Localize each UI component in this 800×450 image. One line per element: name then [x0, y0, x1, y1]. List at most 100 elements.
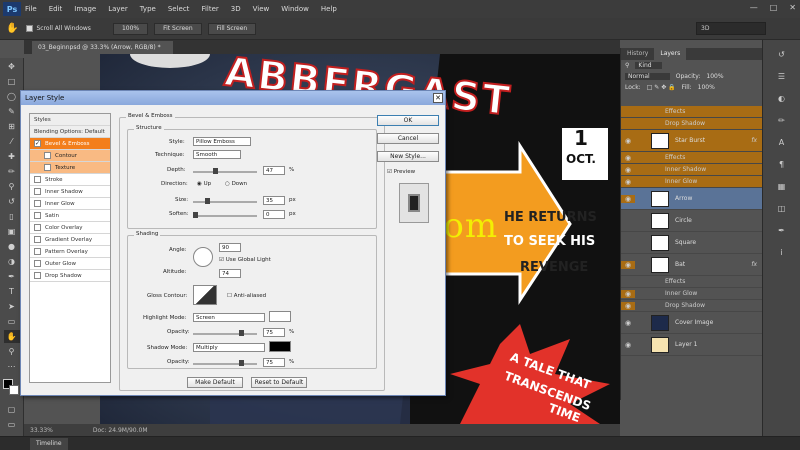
menu-view[interactable]: View — [253, 5, 270, 13]
brush-tool-icon[interactable]: ✏ — [4, 165, 20, 178]
size-slider-thumb[interactable] — [205, 198, 210, 204]
info-panel-icon[interactable]: i — [776, 248, 788, 260]
menu-filter[interactable]: Filter — [201, 5, 218, 13]
checkbox-icon[interactable] — [34, 272, 41, 279]
style-bevel-emboss[interactable]: Bevel & Emboss — [30, 138, 110, 150]
layer-row-star-burst[interactable]: ◉ Star Burst fx — [621, 130, 763, 152]
layer-row-square[interactable]: Square — [621, 232, 763, 254]
workspace-select[interactable]: 3D — [696, 22, 766, 35]
highlight-opacity-slider[interactable] — [193, 330, 257, 336]
menu-edit[interactable]: Edit — [49, 5, 63, 13]
style-outer-glow[interactable]: Outer Glow — [30, 258, 110, 270]
quick-select-tool-icon[interactable]: ✎ — [4, 105, 20, 118]
style-inner-shadow[interactable]: Inner Shadow — [30, 186, 110, 198]
shadow-mode-select[interactable]: Multiply — [193, 343, 265, 352]
size-slider[interactable] — [193, 198, 257, 204]
tab-history[interactable]: History — [621, 48, 654, 60]
fill-screen-button[interactable]: Fill Screen — [207, 22, 257, 35]
style-gradient-overlay[interactable]: Gradient Overlay — [30, 234, 110, 246]
eye-icon[interactable]: ◉ — [621, 194, 635, 203]
checkbox-icon[interactable] — [34, 140, 41, 147]
highlight-opacity-input[interactable]: 75 — [263, 328, 285, 337]
close-icon[interactable]: ✕ — [789, 3, 796, 12]
depth-slider[interactable] — [193, 168, 257, 174]
layer-sub-row[interactable]: ◉ Effects — [621, 152, 763, 164]
checkbox-icon[interactable] — [34, 248, 41, 255]
layer-sub-row[interactable]: ◉ Inner Glow — [621, 288, 763, 300]
checkbox-icon[interactable] — [34, 212, 41, 219]
layer-sub-row[interactable]: Effects — [621, 106, 763, 118]
lasso-tool-icon[interactable]: ◯ — [4, 90, 20, 103]
history-brush-icon[interactable]: ↺ — [4, 195, 20, 208]
kind-filter-select[interactable]: Kind — [635, 62, 662, 69]
style-texture[interactable]: Texture — [30, 162, 110, 174]
gloss-contour-picker[interactable] — [193, 285, 217, 305]
fill-value[interactable]: 100% — [698, 84, 715, 91]
layer-row-cover-image[interactable]: ◉ Cover Image — [621, 312, 763, 334]
layer-sub-row[interactable]: Effects — [621, 276, 763, 288]
minimize-icon[interactable]: — — [750, 3, 758, 12]
eye-icon[interactable]: ◉ — [621, 166, 635, 174]
screen-mode-icon[interactable]: ▭ — [4, 418, 20, 431]
swatches-panel-icon[interactable]: ▦ — [776, 182, 788, 194]
styles-header[interactable]: Styles — [30, 114, 110, 126]
checkbox-icon[interactable] — [34, 260, 41, 267]
layer-row-layer-1[interactable]: ◉ Layer 1 — [621, 334, 763, 356]
adjustments-panel-icon[interactable]: ◐ — [776, 94, 788, 106]
depth-slider-thumb[interactable] — [213, 168, 218, 174]
soften-input[interactable]: 0 — [263, 210, 285, 219]
background-color-swatch[interactable] — [9, 385, 19, 395]
altitude-input[interactable]: 74 — [219, 269, 241, 278]
pen-tool-icon[interactable]: ✒ — [4, 270, 20, 283]
checkbox-icon[interactable] — [34, 176, 41, 183]
marquee-tool-icon[interactable]: □ — [4, 75, 20, 88]
type-tool-icon[interactable]: T — [4, 285, 20, 298]
anti-aliased-checkbox[interactable]: ☐ Anti-aliased — [227, 293, 266, 299]
angle-dial[interactable] — [193, 247, 213, 267]
shadow-opacity-input[interactable]: 75 — [263, 358, 285, 367]
fx-badge[interactable]: fx — [751, 261, 757, 268]
angle-input[interactable]: 90 — [219, 243, 241, 252]
reset-default-button[interactable]: Reset to Default — [251, 377, 307, 388]
scroll-all-windows-checkbox[interactable]: Scroll All Windows — [26, 25, 91, 32]
highlight-color-swatch[interactable] — [269, 311, 291, 322]
eyedropper-tool-icon[interactable]: ⁄ — [4, 135, 20, 148]
opacity-value[interactable]: 100% — [706, 73, 723, 80]
menu-select[interactable]: Select — [168, 5, 190, 13]
layer-row-arrow[interactable]: ◉ Arrow — [621, 188, 763, 210]
menu-layer[interactable]: Layer — [108, 5, 128, 13]
eye-icon[interactable]: ◉ — [621, 260, 635, 269]
document-tab[interactable]: 03_Beginnpsd @ 33.3% (Arrow, RGB/8) * — [32, 41, 173, 54]
cancel-button[interactable]: Cancel — [377, 133, 439, 144]
hand-tool-icon[interactable]: ✋ — [3, 330, 20, 343]
doc-info[interactable]: Doc: 24.9M/90.0M — [93, 427, 148, 434]
size-input[interactable]: 35 — [263, 196, 285, 205]
menu-3d[interactable]: 3D — [231, 5, 241, 13]
history-panel-icon[interactable]: ↺ — [776, 50, 788, 62]
path-select-tool-icon[interactable]: ➤ — [4, 300, 20, 313]
bevel-style-select[interactable]: Pillow Emboss — [193, 137, 251, 146]
style-contour[interactable]: Contour — [30, 150, 110, 162]
layer-row-bat[interactable]: ◉ Bat fx — [621, 254, 763, 276]
brush-panel-icon[interactable]: ✏ — [776, 116, 788, 128]
style-drop-shadow[interactable]: Drop Shadow — [30, 270, 110, 282]
channels-panel-icon[interactable]: ◫ — [776, 204, 788, 216]
paths-panel-icon[interactable]: ✒ — [776, 226, 788, 238]
tab-layers[interactable]: Layers — [654, 48, 687, 60]
dodge-tool-icon[interactable]: ◑ — [4, 255, 20, 268]
layer-sub-row[interactable]: ◉ Inner Shadow — [621, 164, 763, 176]
soften-slider-thumb[interactable] — [193, 212, 198, 218]
zoom-100-button[interactable]: 100% — [112, 22, 149, 35]
make-default-button[interactable]: Make Default — [187, 377, 243, 388]
lock-icons[interactable]: □ ✎ ✥ 🔒 — [647, 84, 676, 91]
fx-badge[interactable]: fx — [751, 137, 757, 144]
eye-icon[interactable]: ◉ — [621, 289, 635, 298]
shadow-opacity-slider[interactable] — [193, 360, 257, 366]
highlight-opacity-thumb[interactable] — [239, 330, 244, 336]
checkbox-icon[interactable] — [34, 200, 41, 207]
checkbox-icon[interactable] — [44, 152, 51, 159]
checkbox-icon[interactable] — [44, 164, 51, 171]
crop-tool-icon[interactable]: ⊞ — [4, 120, 20, 133]
shadow-opacity-thumb[interactable] — [239, 360, 244, 366]
stamp-tool-icon[interactable]: ⚲ — [4, 180, 20, 193]
